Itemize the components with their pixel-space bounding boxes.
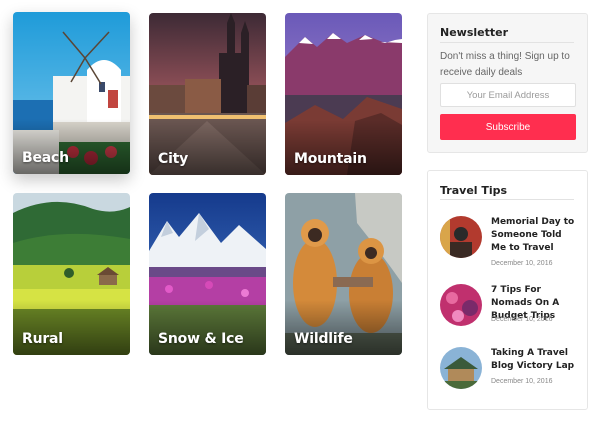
subscribe-button[interactable]: Subscribe bbox=[440, 114, 576, 140]
category-card-wildlife[interactable]: Wildlife bbox=[285, 193, 402, 355]
travel-tips-title: Travel Tips bbox=[440, 184, 508, 197]
title-divider bbox=[440, 199, 574, 200]
tip-thumbnail bbox=[440, 347, 482, 389]
category-label: City bbox=[158, 151, 189, 167]
tip-thumbnail bbox=[440, 216, 482, 258]
travel-tip-item[interactable]: Memorial Day to Someone Told Me to Trave… bbox=[440, 216, 580, 267]
travel-tips-widget: Travel Tips Memorial Day to Someone Told… bbox=[427, 170, 588, 410]
category-card-mountain[interactable]: Mountain bbox=[285, 13, 402, 175]
title-divider bbox=[440, 42, 574, 43]
newsletter-title: Newsletter bbox=[440, 26, 509, 39]
tip-thumbnail bbox=[440, 284, 482, 326]
category-label: Mountain bbox=[294, 151, 367, 167]
tip-date: December 10, 2016 bbox=[491, 378, 553, 385]
category-card-rural[interactable]: Rural bbox=[13, 193, 130, 355]
tip-title: Memorial Day to Someone Told Me to Trave… bbox=[491, 217, 575, 253]
tip-date: December 10, 2016 bbox=[491, 260, 553, 267]
newsletter-widget: Newsletter Don't miss a thing! Sign up t… bbox=[427, 13, 588, 153]
category-card-city[interactable]: City bbox=[149, 13, 266, 175]
category-label: Snow & Ice bbox=[158, 331, 244, 347]
newsletter-description: Don't miss a thing! Sign up to receive d… bbox=[440, 51, 570, 78]
category-card-beach[interactable]: Beach bbox=[13, 12, 130, 174]
category-label: Wildlife bbox=[294, 331, 353, 347]
category-card-snow-ice[interactable]: Snow & Ice bbox=[149, 193, 266, 355]
travel-tip-item[interactable]: Taking A Travel Blog Victory Lap Decembe… bbox=[440, 347, 580, 397]
tip-title: Taking A Travel Blog Victory Lap bbox=[491, 348, 575, 371]
category-label: Rural bbox=[22, 331, 63, 347]
travel-tip-item[interactable]: 7 Tips For Nomads On A Budget Trips Dece… bbox=[440, 284, 580, 334]
tip-date: December 10, 2016 bbox=[491, 316, 553, 323]
email-input[interactable] bbox=[440, 83, 576, 107]
category-label: Beach bbox=[22, 150, 69, 166]
